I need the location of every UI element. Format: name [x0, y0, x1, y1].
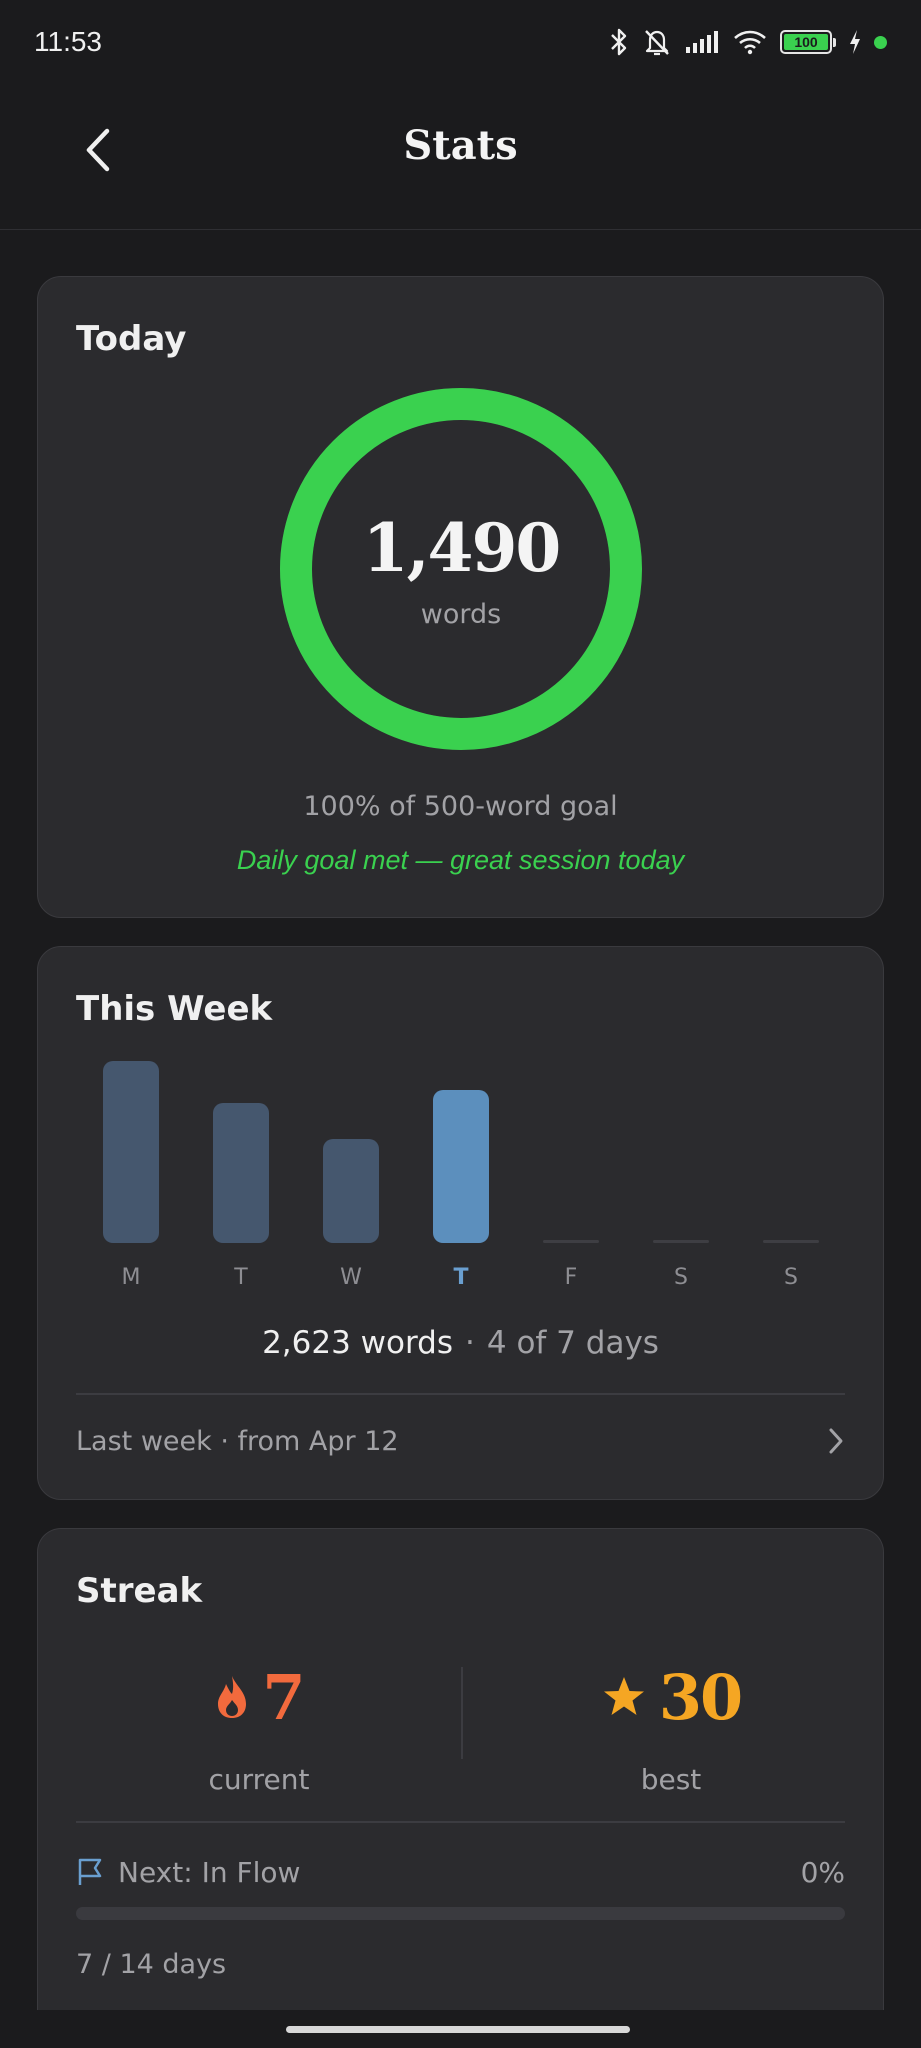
streak-title: Streak — [76, 1571, 203, 1611]
day-label-4: F — [564, 1265, 578, 1290]
star-icon — [603, 1677, 644, 1715]
bell-muted-icon — [645, 30, 669, 56]
charging-icon — [850, 30, 860, 54]
week-bar-chart: MTWTFSS — [38, 947, 885, 1307]
streak-divider — [461, 1667, 463, 1759]
week-bar-0 — [103, 1061, 159, 1243]
streak-divider-horizontal — [76, 1821, 845, 1823]
week-divider — [76, 1393, 845, 1395]
week-total-words: 2,623 words — [262, 1325, 454, 1361]
week-summary-separator: · — [465, 1325, 475, 1361]
week-active-days: 4 of 7 days — [486, 1325, 659, 1361]
day-label-1: T — [234, 1265, 248, 1290]
today-title: Today — [76, 319, 187, 359]
day-label-2: W — [340, 1265, 362, 1290]
wifi-icon — [734, 30, 766, 55]
battery-icon: 100 — [780, 30, 836, 54]
day-label-6: S — [784, 1265, 798, 1290]
best-streak-label: best — [640, 1763, 702, 1796]
current-streak-label: current — [208, 1763, 310, 1796]
goal-message: Daily goal met — great session today — [236, 845, 685, 875]
today-word-unit: words — [420, 599, 502, 630]
status-icons: 100 — [608, 27, 887, 57]
battery-level: 100 — [784, 34, 828, 50]
next-milestone-progress — [76, 1907, 845, 1920]
chevron-right-icon — [829, 1428, 843, 1454]
next-milestone-days: 7 / 14 days — [76, 1949, 227, 1980]
week-card: This Week MTWTFSS 2,623 words · 4 of 7 day… — [37, 946, 884, 1500]
status-time: 11:53 — [34, 26, 102, 57]
today-card: Today 1,490 words 100% of 500-word goal … — [37, 276, 884, 918]
week-bar-6 — [763, 1240, 819, 1243]
next-milestone-label: Next: In Flow — [118, 1855, 301, 1889]
goal-ring: 1,490 words — [279, 387, 643, 751]
day-label-0: M — [121, 1265, 141, 1290]
streak-current: 7 current — [59, 1657, 459, 1807]
week-summary: 2,623 words · 4 of 7 days — [38, 1325, 883, 1361]
header: Stats — [0, 84, 921, 230]
last-week-link[interactable]: Last week · from Apr 12 — [76, 1411, 845, 1471]
green-dot-indicator — [874, 35, 887, 49]
week-bar-1 — [213, 1103, 269, 1243]
day-label-5: S — [674, 1265, 688, 1290]
best-streak-value: 30 — [658, 1660, 743, 1734]
streak-best: 30 best — [471, 1657, 871, 1807]
goal-progress-text: 100% of 500-word goal — [303, 791, 618, 822]
home-indicator[interactable] — [286, 2026, 630, 2033]
current-streak-value: 7 — [262, 1660, 305, 1734]
last-week-label: Last week · from Apr 12 — [76, 1425, 399, 1457]
signal-icon — [686, 31, 718, 53]
week-bar-4 — [543, 1240, 599, 1243]
week-bar-5 — [653, 1240, 709, 1243]
streak-card: Streak 7 current 30 best Next: In Flow 0… — [37, 1528, 884, 2048]
next-milestone-row: Next: In Flow 0% — [76, 1847, 845, 1897]
flame-icon — [218, 1676, 247, 1718]
today-word-count: 1,490 — [362, 509, 562, 587]
bluetooth-icon — [611, 28, 627, 56]
day-label-3: T — [453, 1265, 469, 1290]
week-bar-3 — [433, 1090, 489, 1243]
flag-icon — [78, 1858, 102, 1885]
week-bar-2 — [323, 1139, 379, 1243]
page-title: Stats — [403, 122, 518, 169]
next-milestone-percent: 0% — [800, 1855, 845, 1889]
status-bar: 11:53 100 — [0, 0, 921, 84]
